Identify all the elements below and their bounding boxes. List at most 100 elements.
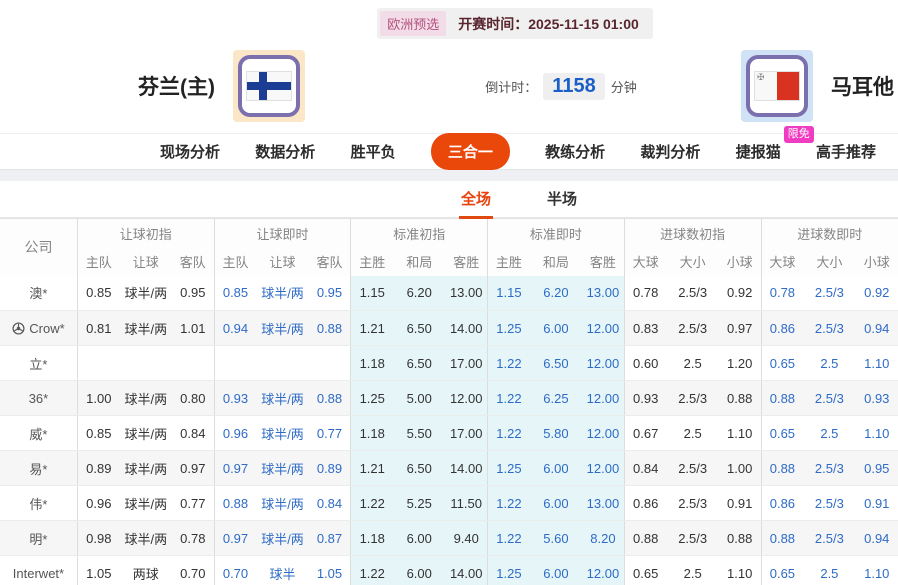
company-cell[interactable]: 澳* bbox=[0, 276, 77, 311]
odds-cell: 2.5/3 bbox=[803, 311, 855, 346]
odds-cell: 0.86 bbox=[624, 486, 666, 521]
col-group-header: 进球数初指 bbox=[624, 219, 761, 248]
nav-tab-5[interactable]: 教练分析 bbox=[545, 141, 605, 162]
odds-cell: 6.50 bbox=[530, 346, 582, 381]
company-cell[interactable]: Crow* bbox=[0, 311, 77, 346]
company-cell[interactable]: 威* bbox=[0, 416, 77, 451]
company-cell[interactable]: 立* bbox=[0, 346, 77, 381]
soccer-ball-icon bbox=[12, 322, 25, 335]
odds-cell: 2.5 bbox=[803, 346, 855, 381]
odds-cell: 0.91 bbox=[719, 486, 761, 521]
company-name: 立* bbox=[29, 357, 47, 372]
odds-cell: 1.10 bbox=[856, 556, 898, 585]
odds-cell: 1.10 bbox=[719, 416, 761, 451]
col-group-header: 让球初指 bbox=[77, 219, 214, 248]
odds-cell: 0.84 bbox=[172, 416, 214, 451]
odds-cell: 0.65 bbox=[761, 416, 803, 451]
divider-band bbox=[0, 170, 898, 181]
company-cell[interactable]: 明* bbox=[0, 521, 77, 556]
odds-cell: 14.00 bbox=[445, 311, 487, 346]
odds-cell: 2.5/3 bbox=[803, 381, 855, 416]
odds-cell: 5.00 bbox=[393, 381, 445, 416]
odds-cell: 0.93 bbox=[856, 381, 898, 416]
odds-cell: 0.84 bbox=[624, 451, 666, 486]
odds-cell: 2.5 bbox=[667, 346, 719, 381]
nav-tab-2[interactable]: 数据分析 bbox=[255, 141, 315, 162]
odds-cell: 2.5/3 bbox=[667, 521, 719, 556]
odds-cell: 0.86 bbox=[761, 311, 803, 346]
odds-cell: 0.88 bbox=[761, 451, 803, 486]
odds-cell: 12.00 bbox=[445, 381, 487, 416]
odds-cell: 6.50 bbox=[393, 451, 445, 486]
odds-cell: 5.50 bbox=[393, 416, 445, 451]
odds-cell bbox=[172, 346, 214, 381]
odds-cell: 2.5/3 bbox=[667, 381, 719, 416]
col-group-header: 标准初指 bbox=[351, 219, 488, 248]
odds-cell: 5.80 bbox=[530, 416, 582, 451]
odds-cell: 1.21 bbox=[351, 311, 393, 346]
nav-tab-3[interactable]: 胜平负 bbox=[351, 141, 396, 162]
period-tabs: 全场 半场 bbox=[0, 181, 898, 218]
nav-tab-4[interactable]: 三合一 bbox=[431, 133, 510, 170]
col-subheader: 主胜 bbox=[351, 248, 393, 276]
odds-cell: 0.95 bbox=[856, 451, 898, 486]
company-cell[interactable]: 伟* bbox=[0, 486, 77, 521]
company-name: 澳* bbox=[29, 286, 47, 301]
nav-tab-6[interactable]: 裁判分析 bbox=[640, 141, 700, 162]
odds-cell: 0.80 bbox=[172, 381, 214, 416]
table-row: 澳*0.85球半/两0.950.85球半/两0.951.156.2013.001… bbox=[0, 276, 898, 311]
odds-cell: 0.93 bbox=[624, 381, 666, 416]
odds-cell bbox=[214, 346, 256, 381]
odds-cell: 5.60 bbox=[530, 521, 582, 556]
nav-tab-8[interactable]: 高手推荐 bbox=[816, 141, 876, 162]
odds-cell: 0.77 bbox=[309, 416, 351, 451]
col-header-company: 公司 bbox=[0, 219, 77, 276]
table-row: 明*0.98球半/两0.780.97球半/两0.871.186.009.401.… bbox=[0, 521, 898, 556]
kickoff-time: 开赛时间：2025-11-15 01:00 bbox=[458, 14, 639, 34]
odds-cell: 0.70 bbox=[172, 556, 214, 585]
company-cell[interactable]: 易* bbox=[0, 451, 77, 486]
odds-cell: 1.25 bbox=[351, 381, 393, 416]
odds-cell: 0.92 bbox=[719, 276, 761, 311]
odds-cell: 1.18 bbox=[351, 346, 393, 381]
odds-cell: 0.88 bbox=[761, 521, 803, 556]
odds-cell: 1.22 bbox=[488, 381, 530, 416]
odds-cell: 17.00 bbox=[445, 346, 487, 381]
away-flag-malta: ✠ bbox=[741, 50, 813, 122]
odds-cell: 2.5/3 bbox=[803, 276, 855, 311]
odds-table: 公司让球初指让球即时标准初指标准即时进球数初指进球数即时主队让球客队主队让球客队… bbox=[0, 218, 898, 585]
odds-cell: 0.83 bbox=[624, 311, 666, 346]
odds-cell: 6.00 bbox=[393, 521, 445, 556]
home-team: 芬兰(主) bbox=[138, 50, 305, 122]
company-cell[interactable]: Interwet* bbox=[0, 556, 77, 585]
table-row: 伟*0.96球半/两0.770.88球半/两0.841.225.2511.501… bbox=[0, 486, 898, 521]
odds-cell: 球半/两 bbox=[120, 451, 172, 486]
company-name: Interwet* bbox=[13, 566, 64, 581]
odds-cell: 球半/两 bbox=[256, 381, 308, 416]
col-subheader: 主队 bbox=[214, 248, 256, 276]
odds-cell: 1.20 bbox=[719, 346, 761, 381]
odds-cell: 球半/两 bbox=[256, 311, 308, 346]
odds-cell: 8.20 bbox=[582, 521, 624, 556]
col-subheader: 和局 bbox=[530, 248, 582, 276]
nav-tab-1[interactable]: 现场分析 bbox=[160, 141, 220, 162]
table-row: Interwet*1.05两球0.700.70球半1.051.226.0014.… bbox=[0, 556, 898, 585]
odds-cell: 0.88 bbox=[719, 381, 761, 416]
league-badge: 欧洲预选 bbox=[380, 11, 446, 36]
odds-cell: 17.00 bbox=[445, 416, 487, 451]
company-cell[interactable]: 36* bbox=[0, 381, 77, 416]
odds-cell: 1.05 bbox=[309, 556, 351, 585]
table-row: 36*1.00球半/两0.800.93球半/两0.881.255.0012.00… bbox=[0, 381, 898, 416]
odds-cell: 11.50 bbox=[445, 486, 487, 521]
odds-cell bbox=[120, 346, 172, 381]
odds-cell: 球半/两 bbox=[256, 416, 308, 451]
period-tab-1[interactable]: 全场 bbox=[459, 180, 493, 219]
odds-cell: 13.00 bbox=[445, 276, 487, 311]
odds-cell: 0.70 bbox=[214, 556, 256, 585]
odds-cell: 0.78 bbox=[172, 521, 214, 556]
countdown-unit: 分钟 bbox=[611, 77, 637, 96]
nav-tab-7[interactable]: 捷报猫限免 bbox=[736, 141, 781, 162]
home-flag-finland bbox=[233, 50, 305, 122]
period-tab-2[interactable]: 半场 bbox=[545, 180, 579, 219]
odds-cell: 1.22 bbox=[488, 416, 530, 451]
